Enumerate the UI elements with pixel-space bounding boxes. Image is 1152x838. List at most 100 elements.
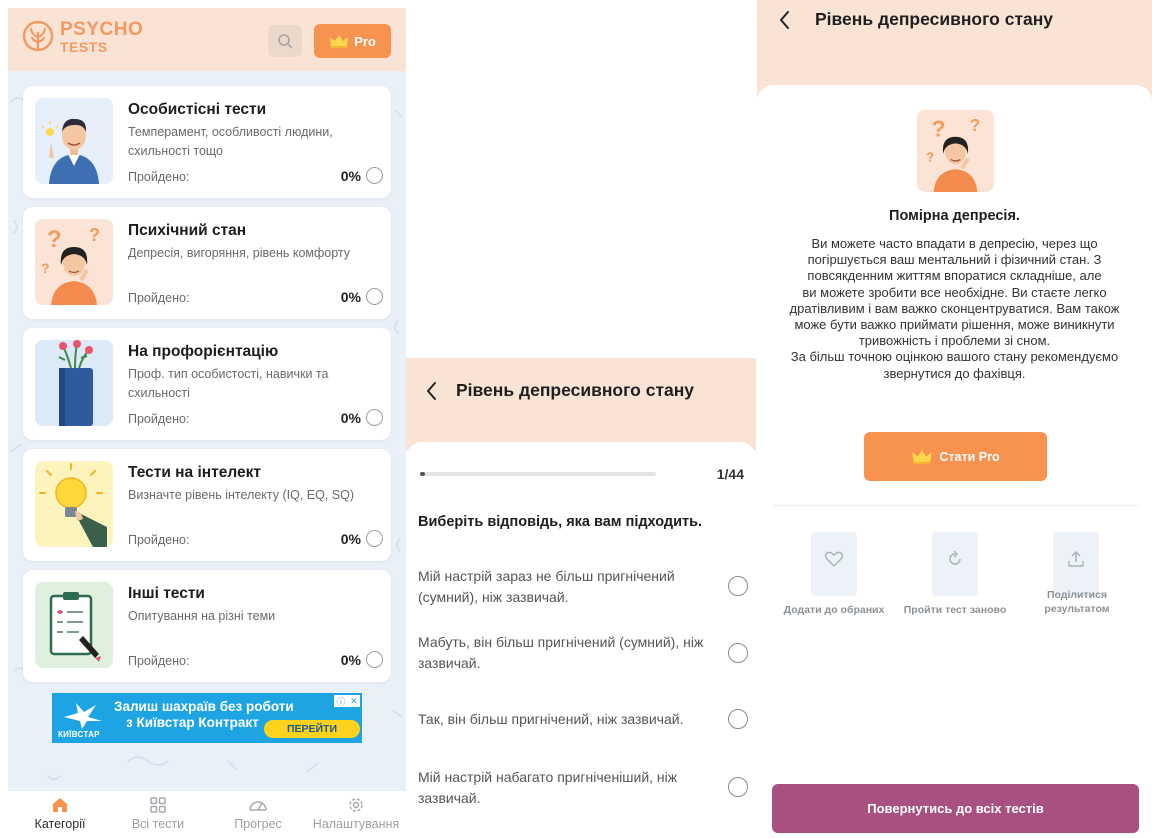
- ad-info-icon: ⓘ: [336, 696, 346, 707]
- question-body: 1/44 Виберіть відповідь, яка вам підходи…: [406, 442, 756, 838]
- answer-option[interactable]: Мабуть, він більш пригнічений (сумний), …: [418, 632, 748, 674]
- result-title: Помірна депресія.: [889, 208, 1020, 224]
- answer-text: Мій настрій зараз не більш пригнічений (…: [418, 568, 675, 605]
- question-prompt: Виберіть відповідь, яка вам підходить.: [418, 514, 703, 530]
- result-line: повсякденним життям впоратися складніше,…: [807, 268, 1102, 284]
- search-button[interactable]: [268, 25, 302, 57]
- tab-label: Категорії: [34, 817, 86, 831]
- become-pro-label: Стати Pro: [939, 449, 1000, 464]
- answer-option[interactable]: Так, він більш пригнічений, ніж зазвичай…: [418, 709, 748, 730]
- radio-button[interactable]: [728, 709, 748, 729]
- share-result-button[interactable]: [1053, 532, 1099, 596]
- career-illustration: [35, 340, 113, 426]
- action-label-line: Додати до обраних: [783, 604, 885, 616]
- result-line: дратівливим і вам важко сконцентруватися…: [789, 300, 1120, 316]
- personality-illustration: [35, 98, 113, 184]
- home-icon: [53, 798, 67, 812]
- result-line: ви можете зробити все необхідне. Ви стає…: [802, 284, 1107, 300]
- answer-option[interactable]: Мій настрій зараз не більш пригнічений (…: [418, 566, 748, 608]
- tab-label: Прогрес: [234, 817, 282, 831]
- passed-label: Пройдено:: [128, 412, 190, 426]
- category-description: Проф. тип особистості, навички та схильн…: [128, 367, 329, 400]
- progress-percent: 0%: [340, 289, 361, 305]
- category-title: Психічний стан: [128, 222, 247, 239]
- divider: [773, 505, 1138, 506]
- pro-button-label: Pro: [354, 33, 376, 49]
- become-pro-button[interactable]: Стати Pro: [864, 432, 1047, 481]
- back-arrow-icon[interactable]: [775, 7, 795, 33]
- back-arrow-icon[interactable]: [422, 378, 442, 404]
- app-logo: PSYCHO TESTS: [22, 20, 143, 54]
- result-screen: Рівень депресивного стану ? ? ? Помірна …: [757, 0, 1152, 838]
- radio-button[interactable]: [728, 643, 748, 663]
- tab-categories[interactable]: Категорії: [15, 795, 105, 837]
- pro-button[interactable]: Pro: [314, 24, 391, 58]
- tree-logo-icon: [22, 20, 54, 52]
- radio-button[interactable]: [728, 777, 748, 797]
- tab-settings[interactable]: Налаштування: [311, 795, 401, 837]
- progress-percent: 0%: [340, 652, 361, 668]
- progress-bar: [420, 472, 656, 476]
- result-description: Ви можете часто впадати в депресію, чере…: [767, 236, 1142, 382]
- tab-progress[interactable]: Прогрес: [213, 795, 303, 837]
- ad-cta-button[interactable]: ПЕРЕЙТИ: [264, 720, 360, 738]
- result-line: За більш точною оцінкою вашого стану рек…: [790, 349, 1119, 365]
- passed-label: Пройдено:: [128, 533, 190, 547]
- retake-test-button[interactable]: [932, 532, 978, 596]
- svg-text:?: ?: [970, 115, 980, 135]
- category-description: Опитування на різні теми: [128, 609, 276, 623]
- ad-close-button[interactable]: ⓘ ✕: [334, 695, 360, 707]
- progress-circle-icon: [366, 167, 383, 184]
- question-header: Рівень депресивного стану: [406, 358, 756, 450]
- ad-brand: КИЇВСТАР: [58, 730, 100, 739]
- result-illustration: ? ? ?: [917, 110, 994, 192]
- result-line: Ви можете часто впадати в депресію, чере…: [811, 236, 1098, 251]
- close-icon: ✕: [350, 695, 358, 706]
- tab-label: Всі тести: [131, 817, 185, 831]
- question-counter: 1/44: [716, 466, 744, 482]
- test-title: Рівень депресивного стану: [815, 9, 1054, 29]
- answer-text: Так, він більш пригнічений, ніж зазвичай…: [418, 711, 684, 727]
- progress-percent: 0%: [340, 531, 361, 547]
- category-card-career[interactable]: На профорієнтацію Проф. тип особистості,…: [23, 328, 391, 440]
- back-to-all-tests-button[interactable]: Повернутись до всіх тестів: [772, 784, 1139, 833]
- answer-option[interactable]: Мій настрій набагато пригніченіший, ніж …: [418, 767, 748, 809]
- passed-label: Пройдено:: [128, 170, 190, 184]
- radio-button[interactable]: [728, 576, 748, 596]
- refresh-icon: [949, 550, 961, 565]
- tab-all-tests[interactable]: Всі тести: [113, 795, 203, 837]
- speedometer-icon: [249, 801, 267, 811]
- answer-text: Мій настрій набагато пригніченіший, ніж …: [418, 769, 678, 806]
- category-card-intellect[interactable]: Тести на інтелект Визначте рівень інтеле…: [23, 449, 391, 561]
- category-description: Визначте рівень інтелекту (IQ, EQ, SQ): [128, 488, 355, 502]
- bottom-tab-bar: Категорії Всі тести Прогрес Налаштування: [8, 791, 406, 838]
- progress-circle-icon: [366, 530, 383, 547]
- add-to-favorites-button[interactable]: [811, 532, 857, 596]
- app-header: PSYCHO TESTS Pro: [8, 8, 406, 71]
- passed-label: Пройдено:: [128, 291, 190, 305]
- category-card-mental-state[interactable]: ? ? ? Психічний стан Депресія, вигоряння…: [23, 207, 391, 319]
- logo-line-2: TESTS: [60, 39, 108, 55]
- progress-percent: 0%: [340, 410, 361, 426]
- mental-state-illustration: ? ? ?: [35, 219, 113, 305]
- crown-icon: [912, 450, 932, 464]
- action-label-line: Поділитися: [1046, 589, 1108, 601]
- progress-bar-fill: [420, 472, 426, 476]
- question-screen: Рівень депресивного стану 1/44 Виберіть …: [406, 358, 756, 838]
- crown-icon: [330, 35, 349, 48]
- svg-text:?: ?: [41, 260, 50, 276]
- passed-label: Пройдено:: [128, 654, 190, 668]
- logo-line-1: PSYCHO: [60, 19, 144, 40]
- ad-line-2: з Київстар Контракт: [126, 715, 259, 730]
- kyivstar-logo-icon: [64, 703, 102, 729]
- svg-text:?: ?: [47, 226, 62, 253]
- category-card-other[interactable]: Інші тести Опитування на різні теми Прой…: [23, 570, 391, 682]
- share-result-label: Поділитися результатом: [1027, 588, 1127, 616]
- retake-test-label: Пройти тест заново: [895, 603, 1015, 617]
- category-card-personality[interactable]: Особистісні тести Темперамент, особливос…: [23, 86, 391, 198]
- tab-label: Налаштування: [312, 817, 400, 831]
- svg-text:?: ?: [89, 225, 100, 245]
- category-title: Особистісні тести: [128, 101, 267, 118]
- ad-banner[interactable]: КИЇВСТАР Залиш шахраїв без роботи з Київ…: [52, 693, 362, 743]
- progress-percent: 0%: [340, 168, 361, 184]
